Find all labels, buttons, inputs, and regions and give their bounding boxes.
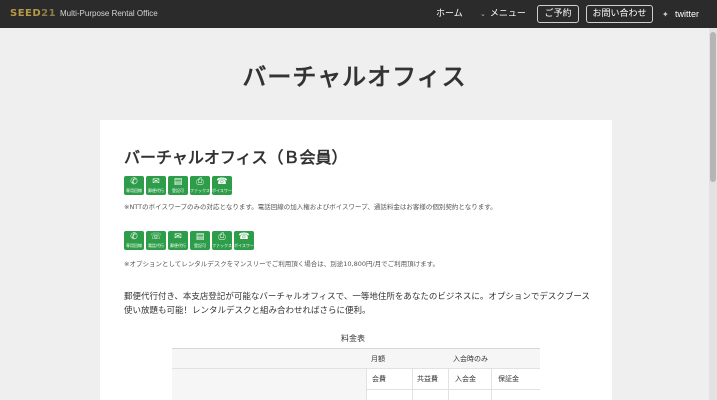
plan-title: バーチャルオフィス（Ｂ会員）: [124, 148, 348, 167]
fax-icon: ⎙ ファックス: [190, 176, 210, 195]
voiceworp-icon: ☎ボイスワープ: [212, 176, 232, 195]
page-title: バーチャルオフィス: [242, 63, 467, 91]
price-table-divider: [412, 369, 413, 400]
seed21-logo[interactable]: SEED21: [10, 5, 56, 23]
fax-icon: ⎙ ファックス: [212, 231, 232, 250]
phone-icon: ✆ 専用回線: [124, 176, 144, 195]
service-icons-row-1: ✆専用回線 ✉郵便代行 ▤登記可 ⎙ファックス ☎ボイスワープ: [124, 176, 232, 195]
price-table-divider: [491, 369, 492, 400]
voiceworp-icon: ☎ボイスワープ: [234, 231, 254, 250]
logo-text: SEED: [10, 8, 42, 19]
chevron-down-icon: ⌄: [480, 10, 486, 18]
twitter-icon: ✦: [662, 10, 669, 19]
logo-number: 21: [41, 8, 57, 19]
twitter-link[interactable]: ✦ twitter: [662, 7, 699, 22]
nav-menu-link[interactable]: ⌄ メニュー: [480, 7, 526, 21]
registration-icon: ▤ 登記可: [168, 176, 188, 195]
note-rental-desk: ※オプションとしてレンタルデスクをマンスリーでご利用頂く場合は、別途10,800…: [124, 260, 440, 268]
phone-agent-icon: ☏ 電話代行: [146, 231, 166, 250]
service-icons-row-2: ✆専用回線 ☏電話代行 ✉郵便代行 ▤登記可 ⎙ファックス ☎ボイスワープ: [124, 231, 254, 250]
contact-button[interactable]: お問い合わせ: [586, 5, 653, 23]
price-table-row-header: [172, 369, 367, 400]
price-table-divider: [448, 369, 449, 400]
site-tagline: Multi-Purpose Rental Office: [60, 9, 158, 18]
mail-receipt-icon: ✉ 郵便代行: [146, 176, 166, 195]
col-common-fee: 共益費: [417, 375, 438, 383]
price-table-caption: 料金表: [341, 334, 365, 343]
reserve-button[interactable]: ご予約: [537, 5, 579, 23]
site-header: SEED21 Multi-Purpose Rental Office ホーム ⌄…: [0, 0, 717, 28]
plan-description-line-1: 郵便代行付き、本支店登記が可能なバーチャルオフィスで、一等地住所をあなたのビジネ…: [124, 292, 590, 302]
price-table: 月額 入会時のみ 会費 共益費 入会金 保証金: [172, 348, 540, 400]
group-monthly: 月額: [371, 355, 385, 363]
twitter-label: twitter: [675, 9, 700, 19]
registration-icon: ▤ 登記可: [190, 231, 210, 250]
note-voicewarp: ※NTTのボイスワープのみの対応となります。電話回線の加入権およびボイスワープ、…: [124, 203, 497, 211]
nav-home-link[interactable]: ホーム: [436, 7, 463, 21]
col-join-fee: 入会金: [455, 375, 476, 383]
plan-description-line-2: 使い放題も可能！レンタルデスクと組み合わせればさらに便利。: [124, 306, 371, 316]
scrollbar-thumb[interactable]: [710, 32, 716, 182]
phone-icon: ✆ 専用回線: [124, 231, 144, 250]
col-deposit: 保証金: [498, 375, 519, 383]
col-fee: 会費: [372, 375, 386, 383]
nav-menu-label: メニュー: [489, 9, 526, 19]
price-table-divider: [367, 389, 540, 390]
group-join-only: 入会時のみ: [453, 355, 488, 363]
mail-receipt-icon: ✉ 郵便代行: [168, 231, 188, 250]
